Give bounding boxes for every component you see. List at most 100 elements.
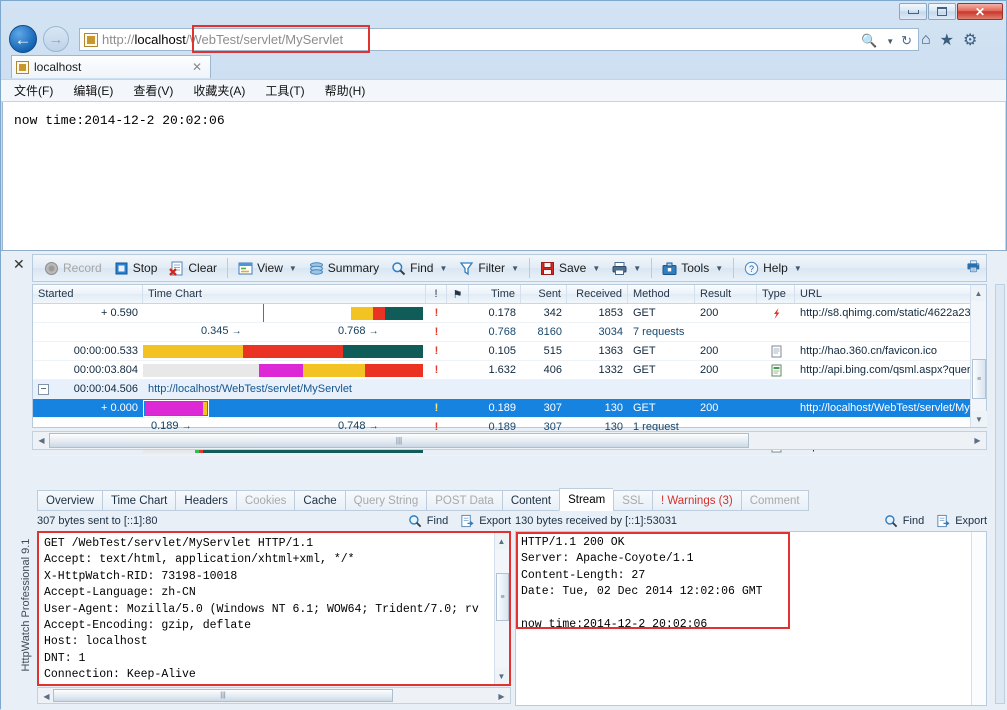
request-find-action[interactable]: Find bbox=[408, 514, 448, 529]
column-header-warning[interactable]: ! bbox=[426, 285, 447, 303]
column-header-received[interactable]: Received bbox=[567, 285, 628, 303]
grid-hscroll-thumb[interactable]: ||| bbox=[49, 433, 749, 448]
column-header-time-chart[interactable]: Time Chart bbox=[143, 285, 426, 303]
help-button[interactable]: ? Help ▼ bbox=[738, 256, 808, 280]
row-type-icon bbox=[757, 304, 795, 322]
response-export-action[interactable]: Export bbox=[936, 514, 987, 529]
menu-item-favorites[interactable]: 收藏夹(A) bbox=[190, 80, 248, 101]
home-icon[interactable]: ⌂ bbox=[921, 31, 931, 49]
address-bar[interactable]: http://localhost/WebTest/servlet/MyServl… bbox=[79, 28, 919, 51]
menu-item-file[interactable]: 文件(F) bbox=[11, 80, 56, 101]
httpwatch-toolbar: Record Stop Clear View ▼ bbox=[32, 254, 987, 282]
tab-stream[interactable]: Stream bbox=[559, 488, 613, 511]
httpwatch-close-icon[interactable]: ✕ bbox=[13, 256, 25, 273]
request-vertical-scrollbar[interactable]: ▲ ≡ ▼ bbox=[494, 533, 509, 684]
tab-post-data[interactable]: POST Data bbox=[426, 490, 502, 511]
scroll-up-icon[interactable]: ▲ bbox=[495, 533, 508, 549]
tab-comment[interactable]: Comment bbox=[741, 490, 809, 511]
scroll-up-icon[interactable]: ▲ bbox=[971, 285, 986, 301]
column-header-flag[interactable]: ⚑ bbox=[447, 285, 469, 303]
chevron-down-icon[interactable]: ▼ bbox=[511, 264, 519, 273]
save-button[interactable]: Save ▼ bbox=[534, 256, 606, 280]
chevron-down-icon[interactable]: ▼ bbox=[633, 264, 641, 273]
menu-item-help[interactable]: 帮助(H) bbox=[322, 80, 369, 101]
tab-time-chart[interactable]: Time Chart bbox=[102, 490, 175, 511]
tab-headers[interactable]: Headers bbox=[175, 490, 235, 511]
grid-vscroll-thumb[interactable]: ≡ bbox=[972, 359, 986, 399]
table-row[interactable]: −00:00:04.506http://localhost/WebTest/se… bbox=[33, 380, 986, 399]
summary-button[interactable]: Summary bbox=[303, 256, 385, 280]
request-text-area[interactable]: GET /WebTest/servlet/MyServlet HTTP/1.1 … bbox=[37, 531, 511, 686]
forward-button[interactable]: → bbox=[43, 26, 69, 52]
chevron-down-icon[interactable]: ▼ bbox=[289, 264, 297, 273]
scroll-down-icon[interactable]: ▼ bbox=[971, 411, 987, 427]
print-button[interactable]: ▼ bbox=[606, 256, 647, 280]
tab-close-icon[interactable]: ✕ bbox=[188, 60, 206, 74]
column-header-time[interactable]: Time bbox=[469, 285, 521, 303]
request-horizontal-scrollbar[interactable]: ◀ ||| ▶ bbox=[37, 687, 511, 704]
request-export-action[interactable]: Export bbox=[460, 514, 511, 529]
tools-button[interactable]: Tools ▼ bbox=[656, 256, 729, 280]
menu-item-edit[interactable]: 编辑(E) bbox=[70, 80, 116, 101]
menu-item-tools[interactable]: 工具(T) bbox=[262, 80, 307, 101]
scroll-left-icon[interactable]: ◀ bbox=[34, 433, 49, 448]
request-vscroll-thumb[interactable]: ≡ bbox=[496, 573, 509, 621]
favorites-icon[interactable]: ★ bbox=[940, 30, 954, 50]
column-header-url[interactable]: URL bbox=[795, 285, 971, 303]
chevron-down-icon[interactable]: ▼ bbox=[592, 264, 600, 273]
column-header-type[interactable]: Type bbox=[757, 285, 795, 303]
scroll-down-icon[interactable]: ▼ bbox=[495, 668, 508, 684]
column-header-result[interactable]: Result bbox=[695, 285, 757, 303]
httpwatch-outer-scrollbar[interactable] bbox=[995, 284, 1005, 704]
scroll-right-icon[interactable]: ▶ bbox=[970, 433, 985, 448]
table-row[interactable]: 00:00:03.804!1.6324061332GET200http://ap… bbox=[33, 361, 986, 380]
group-expander-icon[interactable]: − bbox=[38, 384, 49, 395]
chevron-down-icon[interactable]: ▼ bbox=[715, 264, 723, 273]
tab-cache[interactable]: Cache bbox=[294, 490, 344, 511]
tab-ssl[interactable]: SSL bbox=[613, 490, 652, 511]
table-row[interactable]: 00:00:00.533!0.1055151363GET200http://ha… bbox=[33, 342, 986, 361]
view-button[interactable]: View ▼ bbox=[232, 256, 303, 280]
back-button[interactable]: ← bbox=[9, 25, 37, 53]
chevron-down-icon[interactable]: ▼ bbox=[439, 264, 447, 273]
scroll-left-icon[interactable]: ◀ bbox=[39, 689, 54, 704]
close-button[interactable]: ✕ bbox=[957, 3, 1003, 20]
grid-horizontal-scrollbar[interactable]: ◀ ||| ▶ bbox=[32, 431, 987, 450]
row-time-chart bbox=[143, 304, 426, 322]
httpwatch-panel: ✕ HttpWatch Professional 9.1 Record Stop bbox=[1, 250, 1007, 710]
tools-gear-icon[interactable]: ⚙ bbox=[963, 30, 977, 50]
menu-item-view[interactable]: 查看(V) bbox=[130, 80, 176, 101]
grid-vertical-scrollbar[interactable]: ▲ ≡ ▼ bbox=[970, 285, 986, 427]
table-row[interactable]: + 0.000!0.189307130GET200http://localhos… bbox=[33, 399, 986, 418]
find-button[interactable]: Find ▼ bbox=[385, 256, 453, 280]
response-vertical-scrollbar[interactable] bbox=[971, 532, 986, 705]
browser-tab-localhost[interactable]: localhost ✕ bbox=[11, 55, 211, 78]
response-text-area[interactable]: HTTP/1.1 200 OK Server: Apache-Coyote/1.… bbox=[515, 531, 987, 706]
tab-overview[interactable]: Overview bbox=[37, 490, 102, 511]
minimize-button[interactable] bbox=[899, 3, 927, 20]
filter-button[interactable]: Filter ▼ bbox=[453, 256, 525, 280]
tab-content[interactable]: Content bbox=[502, 490, 559, 511]
table-row[interactable]: + 0.590!0.1783421853GET200http://s8.qhim… bbox=[33, 304, 986, 323]
response-find-action[interactable]: Find bbox=[884, 514, 924, 529]
request-hscroll-thumb[interactable]: ||| bbox=[53, 689, 393, 702]
chevron-down-icon[interactable]: ▼ bbox=[886, 37, 894, 46]
column-header-sent[interactable]: Sent bbox=[521, 285, 567, 303]
search-icon[interactable]: 🔍 bbox=[861, 33, 877, 49]
stop-button[interactable]: Stop bbox=[108, 256, 164, 280]
chevron-down-icon[interactable]: ▼ bbox=[794, 264, 802, 273]
tab-cookies[interactable]: Cookies bbox=[236, 490, 295, 511]
maximize-button[interactable] bbox=[928, 3, 956, 20]
row-type-icon bbox=[757, 361, 795, 379]
refresh-icon[interactable]: ↻ bbox=[901, 33, 912, 49]
clear-button[interactable]: Clear bbox=[163, 256, 223, 280]
record-button[interactable]: Record bbox=[38, 256, 108, 280]
tab-query-string[interactable]: Query String bbox=[345, 490, 427, 511]
column-header-method[interactable]: Method bbox=[628, 285, 695, 303]
scroll-right-icon[interactable]: ▶ bbox=[494, 689, 509, 704]
table-row[interactable]: 0.345 →0.768 →!0.768816030347 requests bbox=[33, 323, 986, 342]
column-header-started[interactable]: Started bbox=[33, 285, 143, 303]
tab-warnings-3[interactable]: ! Warnings (3) bbox=[652, 490, 741, 511]
url-input[interactable]: http://localhost/WebTest/servlet/MyServl… bbox=[102, 32, 918, 47]
httpwatch-dock-icon[interactable]: 🖶 bbox=[967, 256, 986, 280]
